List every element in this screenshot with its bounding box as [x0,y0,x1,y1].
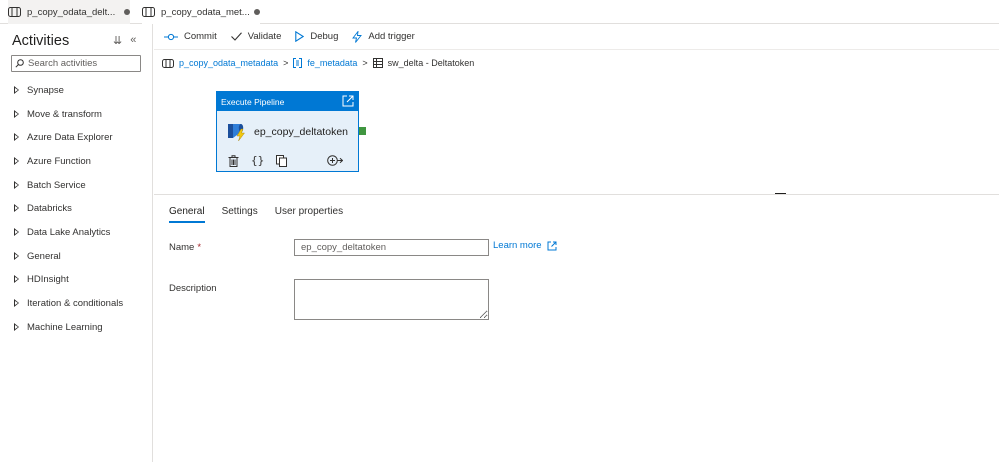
category-label: Azure Function [27,155,91,167]
expand-icon [14,252,19,260]
expand-icon [14,204,19,212]
expand-icon [14,110,19,118]
category-azure-data-explorer[interactable]: Azure Data Explorer [14,130,113,144]
panel-tools: ⇊ « [113,34,136,47]
category-label: Machine Learning [27,321,103,333]
category-iteration-conditionals[interactable]: Iteration & conditionals [14,296,123,310]
pipeline-toolbar: Commit Validate Debug Add trigger [154,24,999,50]
expand-icon [14,323,19,331]
unsaved-dot-icon [254,9,260,15]
properties-tabs: General Settings User properties [169,206,360,223]
copy-icon[interactable] [276,154,288,167]
foreach-icon [293,58,303,68]
execute-pipeline-icon [228,124,245,142]
pipeline-icon [142,7,155,17]
validate-button[interactable]: Validate [230,27,282,47]
commit-label: Commit [184,31,217,42]
expand-icon [14,228,19,236]
description-label: Description [169,283,217,294]
expand-icon [14,181,19,189]
breadcrumb-pipeline-link[interactable]: p_copy_odata_metadata [179,58,278,68]
category-label: Data Lake Analytics [27,226,111,238]
category-label: Iteration & conditionals [27,297,124,309]
category-label: Batch Service [27,179,86,191]
collapse-panel-icon[interactable]: « [130,34,136,47]
tab-label: p_copy_odata_delt... [27,6,116,18]
name-input[interactable] [294,239,489,256]
search-box[interactable] [11,55,141,72]
description-field[interactable] [294,279,489,320]
add-trigger-label: Add trigger [368,31,415,42]
category-general[interactable]: General [14,249,61,263]
debug-label: Debug [310,31,339,42]
expand-icon [14,275,19,283]
validate-label: Validate [247,31,282,42]
category-label: Azure Data Explorer [27,131,113,143]
activities-title: Activities [12,33,70,49]
search-icon [15,59,24,68]
learn-more-label: Learn more [493,240,542,251]
tab-general[interactable]: General [169,206,205,223]
category-label: Databricks [27,202,72,214]
collapse-all-icon[interactable]: ⇊ [113,34,122,47]
activity-header: Execute Pipeline [217,92,358,111]
category-batch-service[interactable]: Batch Service [14,178,86,192]
debug-button[interactable]: Debug [295,27,338,47]
activity-name: ep_copy_deltatoken [254,126,348,138]
pipeline-icon [162,58,174,68]
switch-icon [372,58,383,68]
category-synapse[interactable]: Synapse [14,83,64,97]
activities-panel: Activities ⇊ « Synapse Move & transform … [0,24,153,462]
tab-settings[interactable]: Settings [222,206,258,223]
search-input[interactable] [28,58,138,69]
category-hdinsight[interactable]: HDInsight [14,272,69,286]
breadcrumb-current: sw_delta - Deltatoken [387,58,475,68]
play-icon [295,31,305,42]
expand-icon [14,86,19,94]
execute-pipeline-activity[interactable]: Execute Pipeline ep_copy_deltatoken {} [216,91,359,172]
expand-icon [14,157,19,165]
tab-p-copy-odata-delta[interactable]: p_copy_odata_delt... [8,0,130,24]
document-tab-bar: p_copy_odata_delt... p_copy_odata_met... [0,0,999,24]
expand-icon [14,299,19,307]
lightning-icon [352,30,363,43]
name-label: Name * [169,242,201,253]
activity-type: Execute Pipeline [221,96,285,107]
add-output-icon[interactable] [327,155,344,166]
commit-icon [164,33,178,40]
tab-p-copy-odata-metadata[interactable]: p_copy_odata_met... [142,0,260,24]
tab-label: p_copy_odata_met... [161,6,250,18]
breadcrumb-separator: > [362,58,368,68]
add-trigger-button[interactable]: Add trigger [352,27,415,47]
output-connector-handle[interactable] [359,127,366,135]
open-external-icon[interactable] [342,95,354,107]
unsaved-dot-icon [124,9,130,15]
required-asterisk: * [197,242,202,253]
code-braces-icon[interactable]: {} [251,154,264,167]
breadcrumb: p_copy_odata_metadata > fe_metadata > sw… [162,58,474,68]
commit-button[interactable]: Commit [164,27,217,47]
activity-tools: {} [228,154,344,167]
category-databricks[interactable]: Databricks [14,201,72,215]
category-label: General [27,250,61,262]
external-link-icon [547,241,557,250]
category-label: Synapse [27,84,64,96]
delete-icon[interactable] [228,154,239,167]
category-label: Move & transform [27,108,102,120]
breadcrumb-foreach-link[interactable]: fe_metadata [307,58,357,68]
category-machine-learning[interactable]: Machine Learning [14,320,103,334]
learn-more-link[interactable]: Learn more [493,240,557,251]
checkmark-icon [230,32,242,41]
breadcrumb-separator: > [283,58,289,68]
expand-icon [14,133,19,141]
pipeline-icon [8,7,21,17]
canvas-divider [154,194,999,195]
category-azure-function[interactable]: Azure Function [14,154,91,168]
category-data-lake-analytics[interactable]: Data Lake Analytics [14,225,110,239]
activity-body: ep_copy_deltatoken {} [217,111,358,172]
category-label: HDInsight [27,273,69,285]
name-label-text: Name [169,242,195,253]
tab-user-properties[interactable]: User properties [275,206,343,223]
category-move-transform[interactable]: Move & transform [14,107,102,121]
